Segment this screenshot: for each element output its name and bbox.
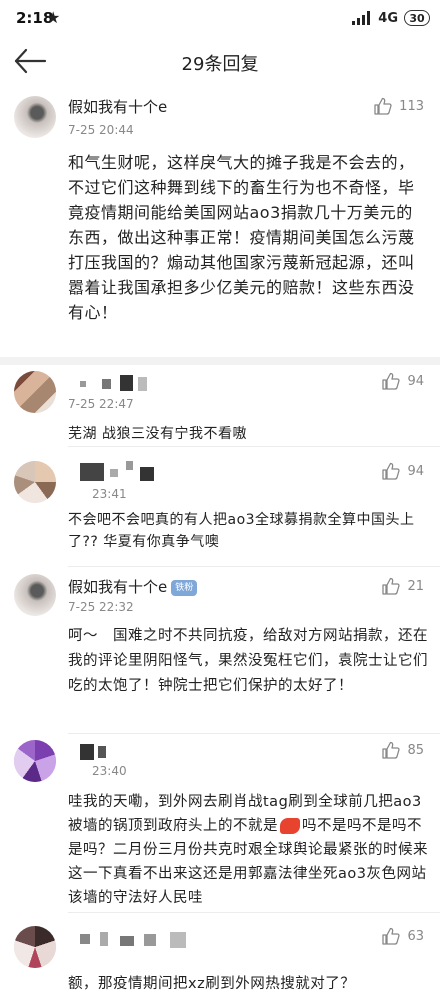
reply-item: 7-25 22:47 94 芜湖 战狼三没有宁我不看嗷 bbox=[0, 365, 440, 445]
reply-item: 63 额，那疫情期间把xz刷到外网热搜就对了？ bbox=[0, 918, 440, 1003]
status-bar: 2:18 ★ 4G 30 bbox=[0, 0, 440, 36]
like-button[interactable]: 85 bbox=[381, 740, 424, 760]
divider bbox=[68, 912, 440, 913]
avatar[interactable] bbox=[14, 96, 56, 138]
post-time: 7-25 20:44 bbox=[68, 123, 134, 137]
like-count: 94 bbox=[407, 373, 424, 389]
reply-time: 23:40 bbox=[92, 764, 127, 778]
author-name-blurred[interactable] bbox=[80, 742, 160, 762]
like-count: 113 bbox=[399, 98, 424, 114]
like-button[interactable]: 94 bbox=[381, 371, 424, 391]
like-button[interactable]: 94 bbox=[381, 461, 424, 481]
star-icon: ★ bbox=[46, 8, 61, 27]
like-button[interactable]: 113 bbox=[373, 96, 424, 116]
thumbs-up-icon bbox=[382, 462, 401, 480]
thumbs-up-icon bbox=[382, 741, 401, 759]
reply-item: 23:40 85 哇我的天嘞，到外网去刷肖战tag刷到全球前几把ao3被墙的锅顶… bbox=[0, 738, 440, 908]
reply-content: 额，那疫情期间把xz刷到外网热搜就对了？ bbox=[68, 976, 356, 992]
battery-icon: 30 bbox=[404, 10, 430, 26]
like-count: 85 bbox=[407, 742, 424, 758]
post-content: 和气生财呢，这样戾气大的摊子我是不会去的，不过它们这种舞到线下的畜生行为也不奇怪… bbox=[68, 153, 415, 322]
divider bbox=[68, 733, 440, 734]
like-button[interactable]: 63 bbox=[381, 926, 424, 946]
reply-content: 哇我的天嘞，到外网去刷肖战tag刷到全球前几把ao3被墙的锅顶到政府头上的不就是… bbox=[68, 790, 430, 910]
fan-badge: 铁粉 bbox=[171, 579, 198, 596]
main-post: 假如我有十个e 7-25 20:44 113 和气生财呢，这样戾气大的摊子我是不… bbox=[0, 86, 440, 370]
reply-content: 不会吧不会吧真的有人把ao3全球募捐款全算中国头上了?? 华夏有你真争气噢 bbox=[68, 512, 415, 550]
like-count: 63 bbox=[407, 928, 424, 944]
page-title: 29条回复 bbox=[181, 54, 259, 75]
author-name-blurred[interactable] bbox=[80, 461, 190, 481]
author-name-blurred[interactable] bbox=[80, 930, 230, 950]
divider bbox=[68, 566, 440, 567]
avatar[interactable] bbox=[14, 574, 56, 616]
section-divider bbox=[0, 357, 440, 365]
author-name[interactable]: 假如我有十个e bbox=[68, 96, 167, 117]
signal-icon bbox=[352, 11, 372, 25]
reply-item: 假如我有十个e 铁粉 7-25 22:32 21 呵～ 国难之时不共同抗疫，给敌对… bbox=[0, 572, 440, 732]
avatar[interactable] bbox=[14, 926, 56, 968]
like-button[interactable]: 21 bbox=[381, 576, 424, 596]
thumbs-up-icon bbox=[382, 927, 401, 945]
reply-content: 芜湖 战狼三没有宁我不看嗷 bbox=[68, 426, 247, 442]
network-label: 4G bbox=[378, 10, 398, 26]
thumbs-up-icon bbox=[374, 97, 392, 115]
author-name-blurred[interactable] bbox=[80, 373, 155, 393]
reply-time: 7-25 22:32 bbox=[68, 600, 134, 614]
author-name[interactable]: 假如我有十个e 铁粉 bbox=[68, 576, 198, 597]
divider bbox=[68, 446, 440, 447]
reply-time: 7-25 22:47 bbox=[68, 397, 134, 411]
thumbs-up-icon bbox=[382, 577, 401, 595]
lobster-emoji-icon bbox=[280, 818, 300, 834]
reply-time: 23:41 bbox=[92, 487, 127, 501]
avatar[interactable] bbox=[14, 740, 56, 782]
header: 29条回复 bbox=[0, 36, 440, 86]
avatar[interactable] bbox=[14, 371, 56, 413]
like-count: 21 bbox=[407, 578, 424, 594]
thumbs-up-icon bbox=[382, 372, 401, 390]
avatar[interactable] bbox=[14, 461, 56, 503]
like-count: 94 bbox=[407, 463, 424, 479]
author-name-text: 假如我有十个e bbox=[68, 578, 168, 596]
reply-content: 呵～ 国难之时不共同抗疫，给敌对方网站捐款，还在我的评论里阴阳怪气，果然没冤枉它… bbox=[68, 628, 428, 694]
status-indicators: 4G 30 bbox=[352, 9, 430, 27]
reply-item: 23:41 94 不会吧不会吧真的有人把ao3全球募捐款全算中国头上了?? 华夏… bbox=[0, 455, 440, 565]
